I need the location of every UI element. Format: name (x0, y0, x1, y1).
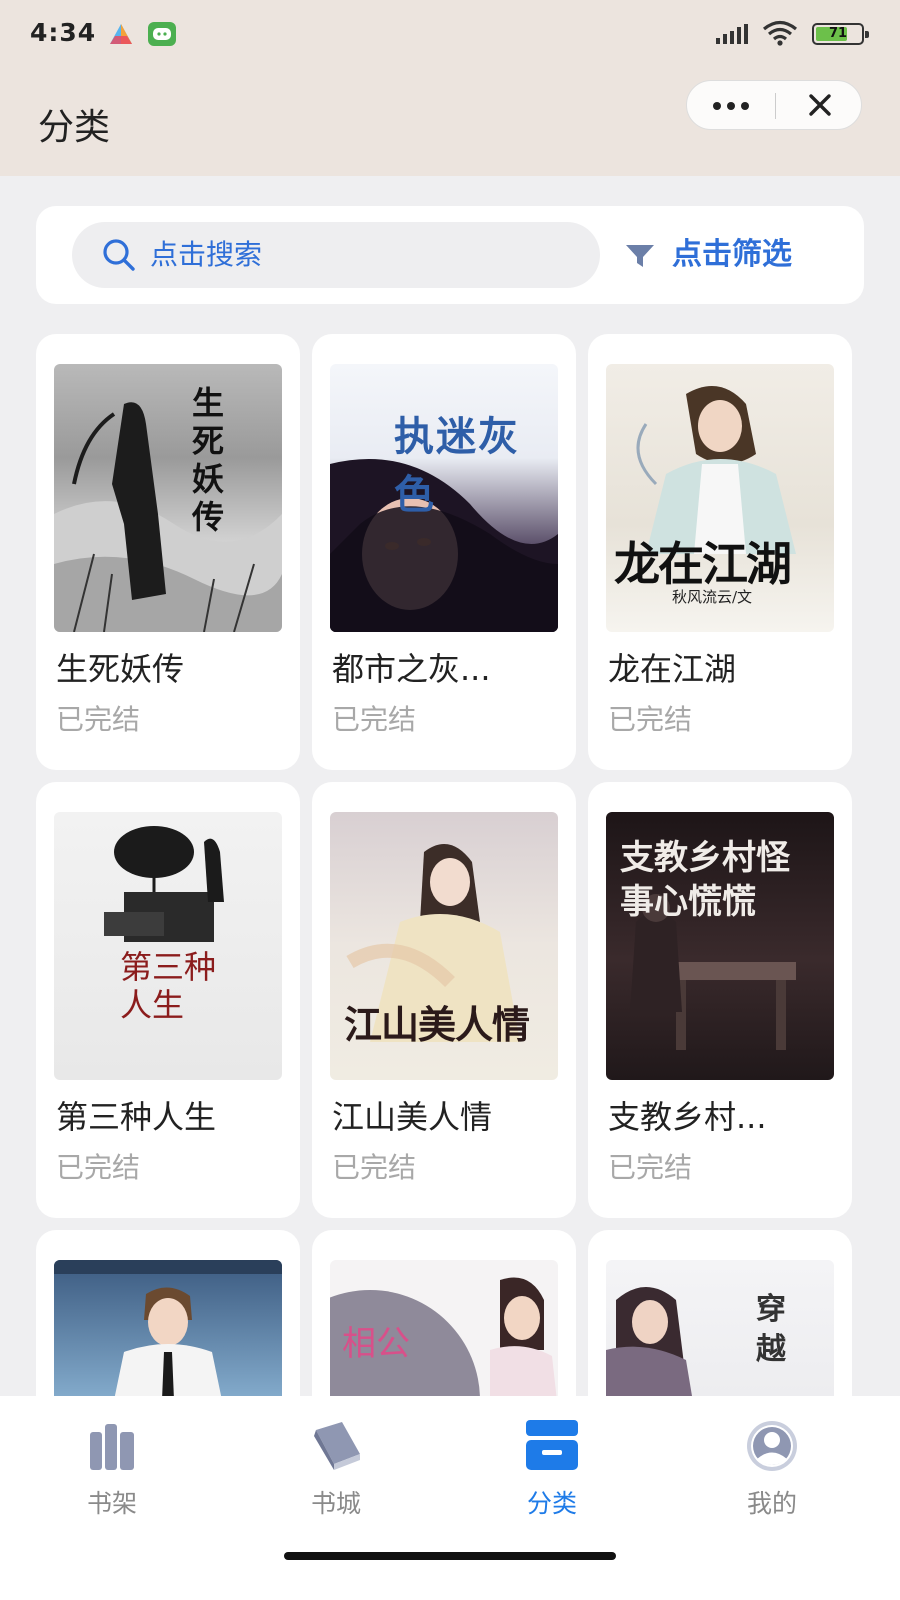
signal-icon (716, 24, 748, 44)
book-title: 生死妖传 (56, 650, 185, 688)
tab-label: 我的 (746, 1489, 797, 1518)
app-notification-icon (110, 24, 132, 44)
tab-category[interactable]: 分类 (492, 1418, 612, 1518)
book-title: 江山美人情 (332, 1098, 493, 1136)
filter-icon (626, 245, 654, 267)
battery-indicator: 71 (812, 23, 869, 45)
book-title: 龙在江湖 (608, 650, 737, 688)
cover-subtitle: 秋风流云/文 (672, 588, 753, 606)
cover-title: 第三种人生 (120, 948, 217, 1024)
book-title: 支教乡村... (608, 1098, 767, 1136)
close-icon (809, 94, 831, 116)
capsule-divider (775, 93, 776, 119)
top-header: 4:34 71 分类 (0, 0, 900, 176)
cover-title: 穿越 (756, 1292, 786, 1367)
book-card[interactable] (36, 1230, 300, 1396)
filter-label: 点击筛选 (672, 237, 792, 272)
cover-art (606, 1287, 692, 1396)
book-title: 都市之灰... (332, 650, 491, 688)
cover-title: 江山美人情 (344, 1002, 530, 1047)
book-card[interactable]: 龙在江湖 秋风流云/文 龙在江湖 已完结 (588, 334, 852, 770)
battery-tip (865, 31, 869, 38)
dot (741, 102, 749, 110)
more-options-button[interactable] (687, 81, 775, 129)
user-icon (747, 1421, 797, 1471)
wifi-icon (762, 20, 798, 46)
book-cover: 穿越 (606, 1260, 834, 1396)
book-status: 已完结 (608, 1151, 693, 1184)
book-status: 已完结 (332, 1151, 417, 1184)
book-cover: 支教乡村怪事心慌慌 (606, 812, 834, 1080)
battery-level: 71 (828, 26, 848, 41)
book-status: 已完结 (56, 1151, 141, 1184)
tab-label: 分类 (526, 1489, 577, 1518)
book-grid: 生死妖传 生死妖传 已完结 执迷灰色 都市之灰... 已完结 龙在江湖 秋风流云… (0, 334, 900, 1396)
search-input[interactable]: 点击搜索 (72, 222, 600, 288)
book-status: 已完结 (608, 703, 693, 736)
book-card[interactable]: 生死妖传 生死妖传 已完结 (36, 334, 300, 770)
cover-title: 龙在江湖 (614, 537, 792, 591)
bookshelf-icon (90, 1424, 134, 1470)
dot (713, 102, 721, 110)
tab-bookshelf[interactable]: 书架 (52, 1418, 172, 1518)
cover-title: 支教乡村怪事心慌慌 (620, 838, 790, 922)
status-time: 4:34 (30, 18, 97, 47)
tab-label: 书架 (86, 1489, 137, 1518)
cover-title: 执迷灰色 (394, 413, 520, 518)
cover-art (104, 826, 224, 942)
home-indicator (284, 1552, 616, 1560)
search-placeholder: 点击搜索 (150, 238, 263, 271)
cover-art (54, 1260, 282, 1396)
cover-art (54, 402, 282, 632)
book-cover: 江山美人情 (330, 812, 558, 1080)
book-cover: 龙在江湖 秋风流云/文 (606, 364, 834, 632)
book-status: 已完结 (332, 703, 417, 736)
book-title: 第三种人生 (56, 1098, 217, 1136)
book-card[interactable]: 江山美人情 江山美人情 已完结 (312, 782, 576, 1218)
book-cover (54, 1260, 282, 1396)
dot (727, 102, 735, 110)
book-card[interactable]: 第三种人生 第三种人生 已完结 (36, 782, 300, 1218)
search-icon (103, 239, 135, 271)
book-card[interactable]: 相公 (312, 1230, 576, 1396)
bottom-tab-bar: 书架 书城 分类 我的 (0, 1396, 900, 1600)
book-cover: 执迷灰色 (330, 364, 558, 632)
book-card[interactable]: 穿越 (588, 1230, 852, 1396)
book-cover: 生死妖传 (54, 364, 282, 632)
close-button[interactable] (777, 81, 863, 129)
tab-mine[interactable]: 我的 (712, 1418, 832, 1518)
wechat-notification-icon (148, 22, 176, 46)
tab-bookstore[interactable]: 书城 (276, 1418, 396, 1518)
tab-label: 书城 (310, 1489, 361, 1518)
cover-title: 相公 (342, 1324, 410, 1364)
category-icon (526, 1420, 578, 1470)
search-card: 点击搜索 点击筛选 (36, 206, 864, 304)
book-cover: 相公 (330, 1260, 558, 1396)
book-card[interactable]: 执迷灰色 都市之灰... 已完结 (312, 334, 576, 770)
book-card[interactable]: 支教乡村怪事心慌慌 支教乡村... 已完结 (588, 782, 852, 1218)
mini-program-capsule (686, 80, 862, 130)
book-status: 已完结 (56, 703, 141, 736)
book-icon (314, 1422, 360, 1470)
cover-title: 生死妖传 (192, 384, 225, 536)
filter-button[interactable]: 点击筛选 (624, 222, 844, 288)
book-cover: 第三种人生 (54, 812, 282, 1080)
page-title: 分类 (38, 107, 111, 148)
